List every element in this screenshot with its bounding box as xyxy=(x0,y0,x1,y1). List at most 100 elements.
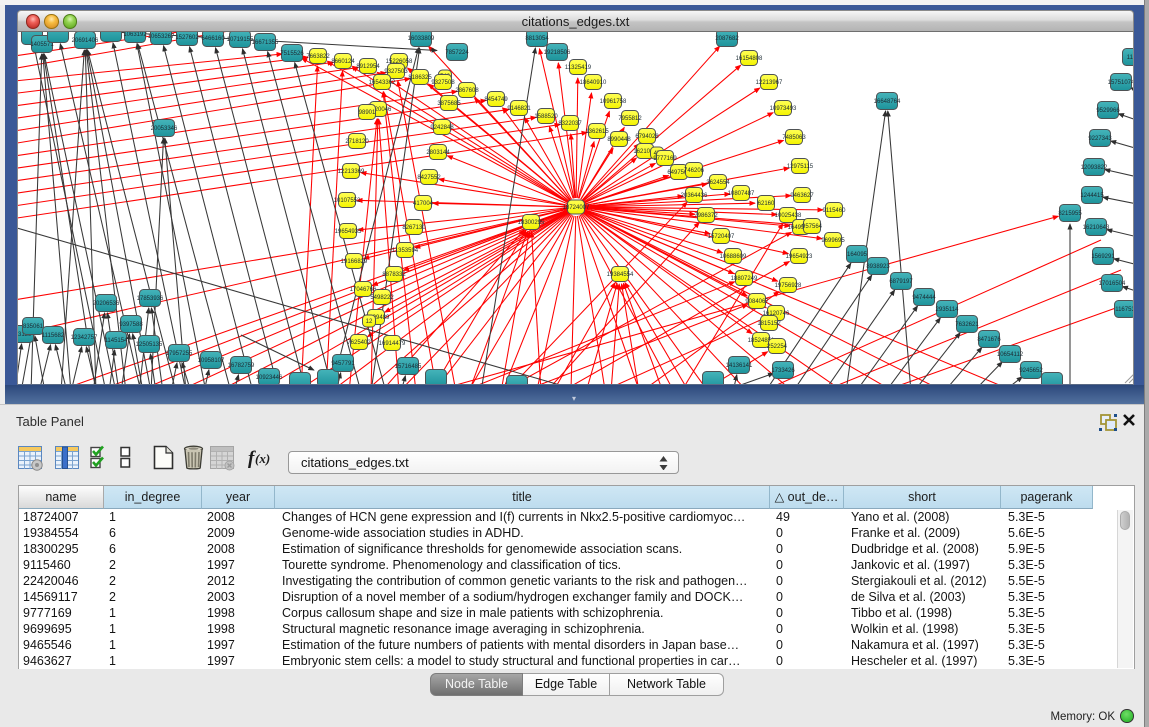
svg-text:10025438: 10025438 xyxy=(775,213,802,219)
svg-text:116753: 116753 xyxy=(1115,307,1134,313)
svg-text:2087682: 2087682 xyxy=(715,36,739,42)
svg-text:12: 12 xyxy=(366,319,373,325)
svg-text:19384554: 19384554 xyxy=(607,272,634,278)
svg-text:12213369: 12213369 xyxy=(338,169,365,175)
svg-text:15716485: 15716485 xyxy=(395,364,422,370)
svg-text:8186325: 8186325 xyxy=(408,75,432,81)
svg-text:10961758: 10961758 xyxy=(600,99,627,105)
svg-text:1405571: 1405571 xyxy=(30,42,54,48)
svg-text:19654935: 19654935 xyxy=(335,229,362,235)
svg-text:9457791: 9457791 xyxy=(331,361,355,367)
svg-text:9327503: 9327503 xyxy=(384,69,408,75)
svg-text:12505135: 12505135 xyxy=(136,342,163,348)
svg-text:10653267: 10653267 xyxy=(148,34,175,40)
svg-text:16648764: 16648764 xyxy=(874,99,901,105)
svg-text:12975115: 12975115 xyxy=(787,164,814,170)
svg-text:16154808: 16154808 xyxy=(736,56,763,62)
svg-text:17016504: 17016504 xyxy=(1099,281,1126,287)
svg-text:1588520: 1588520 xyxy=(534,114,558,120)
svg-text:6794028: 6794028 xyxy=(635,134,659,140)
svg-text:7955812: 7955812 xyxy=(618,116,642,122)
svg-text:9474444: 9474444 xyxy=(912,295,936,301)
svg-text:7663822: 7663822 xyxy=(306,54,330,60)
svg-text:7857224: 7857224 xyxy=(445,50,469,56)
svg-text:19654923: 19654923 xyxy=(786,254,813,260)
svg-text:10107552: 10107552 xyxy=(334,198,361,204)
svg-text:164095: 164095 xyxy=(847,252,868,258)
svg-text:10688609: 10688609 xyxy=(720,254,747,260)
svg-text:8660124: 8660124 xyxy=(331,59,355,65)
svg-text:2867608: 2867608 xyxy=(455,88,479,94)
svg-text:1362615: 1362615 xyxy=(585,129,609,135)
svg-text:9227343: 9227343 xyxy=(1088,136,1112,142)
svg-text:1145154: 1145154 xyxy=(105,338,129,344)
svg-text:2803144: 2803144 xyxy=(426,150,450,156)
svg-text:15751074: 15751074 xyxy=(1108,80,1134,86)
svg-text:8454749: 8454749 xyxy=(484,97,508,103)
svg-text:8912954: 8912954 xyxy=(356,64,380,70)
svg-text:9529966: 9529966 xyxy=(1096,108,1120,114)
svg-text:1733426: 1733426 xyxy=(771,368,795,374)
svg-text:16671355: 16671355 xyxy=(252,40,279,46)
svg-text:6879197: 6879197 xyxy=(889,279,913,285)
svg-text:7986372: 7986372 xyxy=(694,213,718,219)
svg-text:16782759: 16782759 xyxy=(228,363,255,369)
svg-text:9777169: 9777169 xyxy=(653,156,677,162)
svg-text:18724007: 18724007 xyxy=(563,205,590,211)
svg-text:6466160: 6466160 xyxy=(201,36,225,42)
svg-text:(x): (x) xyxy=(255,451,270,466)
svg-text:1063192: 1063192 xyxy=(123,32,147,38)
svg-text:417004: 417004 xyxy=(413,201,434,207)
svg-text:3624554: 3624554 xyxy=(706,180,730,186)
svg-text:10958107: 10958107 xyxy=(198,358,225,364)
svg-text:16914479: 16914479 xyxy=(379,341,406,347)
svg-text:1117: 1117 xyxy=(1127,55,1134,61)
svg-text:9699695: 9699695 xyxy=(821,238,845,244)
svg-text:7515526: 7515526 xyxy=(280,51,304,57)
svg-text:3875685: 3875685 xyxy=(437,101,461,107)
svg-text:18640910: 18640910 xyxy=(580,80,607,86)
svg-text:957564: 957564 xyxy=(802,224,823,230)
svg-text:10923446: 10923446 xyxy=(256,375,283,381)
svg-text:20691406: 20691406 xyxy=(72,38,99,44)
svg-text:8427552: 8427552 xyxy=(417,175,441,181)
svg-text:8322037: 8322037 xyxy=(558,121,582,127)
svg-text:20053346: 20053346 xyxy=(151,126,178,132)
svg-text:20364436: 20364436 xyxy=(681,193,708,199)
svg-text:1244415: 1244415 xyxy=(1080,193,1104,199)
svg-text:2935114: 2935114 xyxy=(936,307,960,313)
svg-text:9115460: 9115460 xyxy=(823,208,847,214)
svg-text:9084067: 9084067 xyxy=(745,299,769,305)
svg-text:8813054: 8813054 xyxy=(525,36,549,42)
svg-text:8215955: 8215955 xyxy=(1058,211,1082,217)
svg-text:19756928: 19756928 xyxy=(775,283,802,289)
svg-text:10807487: 10807487 xyxy=(728,191,755,197)
svg-text:746206: 746206 xyxy=(684,168,705,174)
svg-text:8990448: 8990448 xyxy=(607,137,631,143)
svg-text:16543362: 16543362 xyxy=(369,80,396,86)
svg-text:835061: 835061 xyxy=(23,324,44,330)
svg-text:11325419: 11325419 xyxy=(565,65,592,71)
svg-text:10973493: 10973493 xyxy=(770,106,797,112)
svg-text:8471676: 8471676 xyxy=(977,337,1001,343)
svg-text:16210643: 16210643 xyxy=(1083,225,1110,231)
svg-text:5498222: 5498222 xyxy=(370,295,394,301)
svg-text:10719155: 10719155 xyxy=(227,37,254,43)
svg-text:7625402: 7625402 xyxy=(347,340,371,346)
svg-text:14136141: 14136141 xyxy=(726,363,753,369)
svg-text:9146821: 9146821 xyxy=(507,106,531,112)
svg-text:8878332: 8878332 xyxy=(382,272,406,278)
svg-text:11353594: 11353594 xyxy=(392,248,419,254)
svg-text:17853936: 17853936 xyxy=(137,296,164,302)
svg-text:9327508: 9327508 xyxy=(431,80,455,86)
svg-text:8267130: 8267130 xyxy=(402,225,426,231)
svg-text:12342757: 12342757 xyxy=(71,335,98,341)
svg-text:1569291: 1569291 xyxy=(1091,254,1115,260)
svg-text:9463627: 9463627 xyxy=(790,193,814,199)
svg-text:252254: 252254 xyxy=(767,344,788,350)
svg-text:12213967: 12213967 xyxy=(756,80,783,86)
svg-text:18300295: 18300295 xyxy=(518,220,545,226)
svg-text:7485063: 7485063 xyxy=(782,135,806,141)
svg-text:9397588: 9397588 xyxy=(119,322,143,328)
svg-text:12093822: 12093822 xyxy=(1081,165,1108,171)
